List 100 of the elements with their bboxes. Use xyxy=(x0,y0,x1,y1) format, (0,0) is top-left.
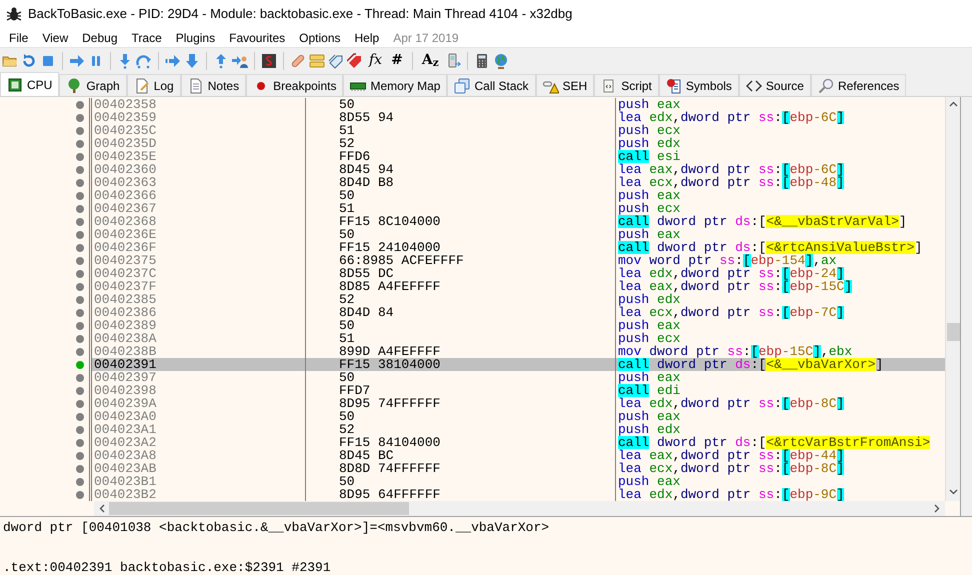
scrollbar-thumb[interactable] xyxy=(946,323,960,341)
breakpoint-dot[interactable] xyxy=(76,282,84,290)
breakpoint-dot[interactable] xyxy=(76,334,84,342)
instruction-cell[interactable]: push ecx xyxy=(616,202,945,215)
bytes-cell[interactable]: 8D45 94 xyxy=(306,163,616,176)
instruction-cell[interactable]: push eax xyxy=(616,319,945,332)
bytes-cell[interactable]: 51 xyxy=(306,124,616,137)
address-cell[interactable]: 0040237F xyxy=(92,280,306,293)
instruction-cell[interactable]: lea edx,dword ptr ss:[ebp-8C] xyxy=(616,397,945,410)
menu-item[interactable]: Favourites xyxy=(222,28,292,46)
bytes-cell[interactable]: 50 xyxy=(306,371,616,384)
tab[interactable]: Memory Map xyxy=(343,74,448,96)
bytes-cell[interactable]: 8D4D B8 xyxy=(306,176,616,189)
bytes-cell[interactable]: 50 xyxy=(306,410,616,423)
instruction-cell[interactable]: push edx xyxy=(616,423,945,436)
step-over-icon[interactable] xyxy=(136,52,152,68)
breakpoint-dot[interactable] xyxy=(76,140,84,148)
menu-item[interactable]: File xyxy=(2,28,36,46)
address-cell[interactable]: 00402398 xyxy=(92,384,306,397)
breakpoint-dot[interactable] xyxy=(76,452,84,460)
address-cell[interactable]: 00402386 xyxy=(92,306,306,319)
instruction-cell[interactable]: mov word ptr ss:[ebp-154],ax xyxy=(616,254,945,267)
bytes-cell[interactable]: FFD6 xyxy=(306,150,616,163)
toolbar-button[interactable]: fx xyxy=(366,50,386,70)
comment-icon[interactable] xyxy=(309,52,325,68)
instruction-cell[interactable]: lea edx,dword ptr ss:[ebp-24] xyxy=(616,267,945,280)
instruction-cell[interactable]: push eax xyxy=(616,228,945,241)
tab[interactable]: Graph xyxy=(59,74,127,96)
instruction-cell[interactable]: call esi xyxy=(616,150,945,163)
tab[interactable]: Breakpoints xyxy=(246,74,344,96)
bytes-cell[interactable]: 52 xyxy=(306,293,616,306)
address-cell[interactable]: 00402375 xyxy=(92,254,306,267)
instruction-cell[interactable]: call dword ptr ds:[<&__vbaStrVarVal>] xyxy=(616,215,945,228)
address-cell[interactable]: 0040235E xyxy=(92,150,306,163)
address-cell[interactable]: 00402360 xyxy=(92,163,306,176)
address-cell[interactable]: 0040238A xyxy=(92,332,306,345)
breakpoint-dot[interactable] xyxy=(76,244,84,252)
instruction-cell[interactable]: push edx xyxy=(616,137,945,150)
address-cell[interactable]: 0040235C xyxy=(92,124,306,137)
menu-item[interactable]: View xyxy=(35,28,76,46)
bytes-cell[interactable]: 50 xyxy=(306,319,616,332)
bytes-cell[interactable]: FF15 8C104000 xyxy=(306,215,616,228)
vertical-scrollbar[interactable] xyxy=(945,97,960,501)
address-cell[interactable]: 0040235D xyxy=(92,137,306,150)
tab[interactable]: References xyxy=(810,74,906,96)
scroll-right-icon[interactable] xyxy=(934,504,940,513)
menu-item[interactable]: Debug xyxy=(75,28,125,46)
breakpoint-dot[interactable] xyxy=(76,100,84,108)
instruction-cell[interactable]: push eax xyxy=(616,189,945,202)
address-cell[interactable]: 004023A1 xyxy=(92,423,306,436)
menu-item[interactable]: Trace xyxy=(124,28,169,46)
breakpoint-dot[interactable] xyxy=(76,218,84,226)
instruction-cell[interactable]: call dword ptr ds:[<&rtcAnsiValueBstr>] xyxy=(616,241,945,254)
address-cell[interactable]: 004023AB xyxy=(92,462,306,475)
breakpoint-dot[interactable] xyxy=(76,478,84,486)
tab[interactable]: Call Stack xyxy=(447,74,536,96)
breakpoint-dot[interactable] xyxy=(76,126,84,134)
breakpoint-dot[interactable] xyxy=(76,348,84,356)
breakpoint-dot[interactable] xyxy=(76,152,84,160)
address-cell[interactable]: 0040236F xyxy=(92,241,306,254)
bytes-cell[interactable]: 8D4D 84 xyxy=(306,306,616,319)
address-cell[interactable]: 00402359 xyxy=(92,111,306,124)
menu-item[interactable]: Plugins xyxy=(168,28,222,46)
address-cell[interactable]: 004023A0 xyxy=(92,410,306,423)
address-cell[interactable]: 00402397 xyxy=(92,371,306,384)
breakpoint-dot[interactable] xyxy=(76,204,84,212)
address-cell[interactable]: 00402358 xyxy=(92,98,306,111)
menu-item[interactable]: Help xyxy=(348,28,386,46)
breakpoint-dot[interactable] xyxy=(76,230,84,238)
scroll-down-icon[interactable] xyxy=(948,489,958,495)
tab[interactable]: SEH xyxy=(536,74,594,96)
scrollbar-thumb[interactable] xyxy=(109,502,409,515)
instruction-cell[interactable]: push ecx xyxy=(616,332,945,345)
trace-over-icon[interactable] xyxy=(184,52,200,68)
address-cell[interactable]: 00402391 xyxy=(92,358,306,371)
instruction-cell[interactable]: lea eax,dword ptr ss:[ebp-44] xyxy=(616,449,945,462)
globe-icon[interactable] xyxy=(492,52,509,68)
bytes-cell[interactable]: 66:8985 ACFEFFFF xyxy=(306,254,616,267)
address-cell[interactable]: 004023A2 xyxy=(92,436,306,449)
instruction-cell[interactable]: call edi xyxy=(616,384,945,397)
bytes-cell[interactable]: 50 xyxy=(306,98,616,111)
breakpoint-dot[interactable] xyxy=(76,296,84,304)
bytes-cell[interactable]: 50 xyxy=(306,228,616,241)
bytes-cell[interactable]: FF15 38104000 xyxy=(306,358,616,371)
instruction-cell[interactable]: push edx xyxy=(616,293,945,306)
instruction-cell[interactable]: lea ecx,dword ptr ss:[ebp-48] xyxy=(616,176,945,189)
instruction-cell[interactable]: push ecx xyxy=(616,124,945,137)
breakpoint-dot[interactable] xyxy=(76,490,84,498)
instruction-cell[interactable]: lea eax,dword ptr ss:[ebp-15C] xyxy=(616,280,945,293)
breakpoint-dot[interactable] xyxy=(76,308,84,316)
instruction-cell[interactable]: lea ecx,dword ptr ss:[ebp-7C] xyxy=(616,306,945,319)
breakpoint-dot[interactable] xyxy=(76,166,84,174)
bytes-cell[interactable]: 50 xyxy=(306,189,616,202)
instruction-cell[interactable]: lea edx,dword ptr ss:[ebp-6C] xyxy=(616,111,945,124)
breakpoint-dot[interactable] xyxy=(76,322,84,330)
address-cell[interactable]: 00402367 xyxy=(92,202,306,215)
bytes-cell[interactable]: FF15 24104000 xyxy=(306,241,616,254)
horizontal-scrollbar[interactable] xyxy=(94,501,945,516)
breakpoint-dot[interactable] xyxy=(76,426,84,434)
breakpoint-dot[interactable] xyxy=(76,178,84,186)
